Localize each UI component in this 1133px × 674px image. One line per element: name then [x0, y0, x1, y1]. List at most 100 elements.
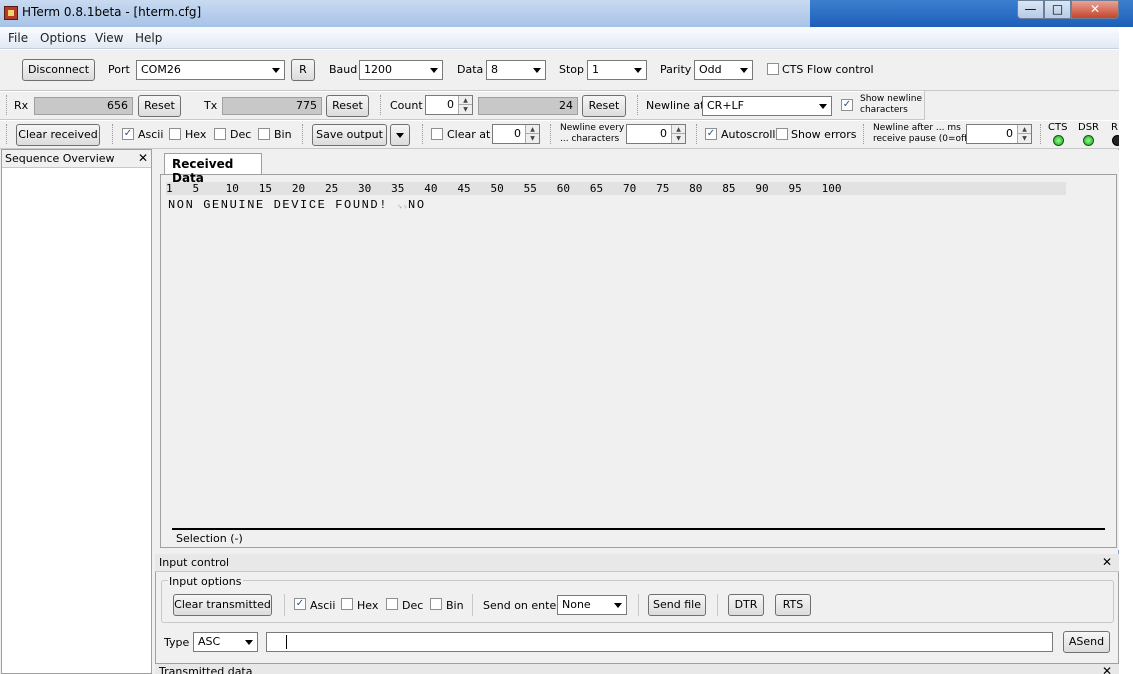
- menu-help[interactable]: Help: [135, 31, 162, 45]
- input-options-title: Input options: [168, 575, 243, 588]
- show-errors-checkbox[interactable]: [776, 128, 788, 140]
- chevron-down-icon: [245, 640, 253, 645]
- toolbar-grip[interactable]: [696, 124, 699, 144]
- newline-every-spinner[interactable]: 0 ▲ ▼: [626, 124, 686, 144]
- recv-dec-checkbox[interactable]: [214, 128, 226, 140]
- count-reset-button[interactable]: Reset: [582, 95, 626, 117]
- tx-label: Tx: [204, 99, 218, 112]
- port-value: COM26: [141, 63, 181, 76]
- spin-down-icon[interactable]: ▼: [671, 134, 685, 143]
- clear-at-spinner[interactable]: 0 ▲ ▼: [492, 124, 540, 144]
- parity-select[interactable]: Odd: [694, 60, 753, 80]
- window-title: HTerm 0.8.1beta - [hterm.cfg]: [22, 5, 202, 19]
- newline-at-select[interactable]: CR+LF: [702, 96, 832, 116]
- clear-at-value: 0: [514, 127, 521, 140]
- toolbar-grip[interactable]: [6, 124, 9, 144]
- clear-received-button[interactable]: Clear received: [16, 124, 100, 146]
- crlf-marker: ␍␊: [396, 204, 409, 212]
- spin-down-icon[interactable]: ▼: [1017, 134, 1031, 143]
- rx-label: Rx: [14, 99, 29, 112]
- save-output-button[interactable]: Save output: [312, 124, 387, 146]
- toolbar-grip[interactable]: [422, 124, 425, 144]
- tx-reset-button[interactable]: Reset: [326, 95, 369, 117]
- spin-up-icon[interactable]: ▲: [1017, 125, 1031, 134]
- maximize-button[interactable]: □: [1044, 0, 1071, 19]
- stop-bits-select[interactable]: 1: [587, 60, 647, 80]
- recv-bin-checkbox[interactable]: [258, 128, 270, 140]
- toolbar-grip[interactable]: [1040, 124, 1043, 144]
- clear-transmitted-button[interactable]: Clear transmitted: [173, 594, 272, 616]
- transmitted-data-title: Transmitted data: [159, 665, 253, 674]
- close-icon[interactable]: ✕: [1102, 664, 1112, 674]
- newline-at-label: Newline at: [646, 99, 705, 112]
- newline-after-label-2: receive pause (0=off): [873, 134, 971, 144]
- menu-view[interactable]: View: [95, 31, 123, 45]
- count-spinner[interactable]: 0 ▲ ▼: [425, 95, 473, 115]
- dsr-indicator-label: DSR: [1078, 122, 1099, 133]
- separator: [717, 594, 720, 616]
- spin-down-icon[interactable]: ▼: [525, 134, 539, 143]
- cts-flow-checkbox[interactable]: [767, 63, 779, 75]
- asend-button[interactable]: ASend: [1063, 631, 1110, 653]
- chevron-down-icon: [740, 68, 748, 73]
- tx-counter: 775: [222, 97, 322, 115]
- dtr-button[interactable]: DTR: [728, 594, 764, 616]
- received-line-tail: NO: [408, 198, 426, 212]
- received-line: NON GENUINE DEVICE FOUND!: [168, 198, 397, 212]
- chevron-down-icon: [272, 68, 280, 73]
- port-select[interactable]: COM26: [136, 60, 285, 80]
- toolbar-grip[interactable]: [380, 95, 383, 115]
- show-newline-checkbox[interactable]: ✓: [841, 99, 853, 111]
- input-control-title: Input control: [159, 556, 230, 569]
- save-output-menu-button[interactable]: [390, 124, 410, 146]
- tab-received-data[interactable]: Received Data: [164, 153, 262, 185]
- send-ascii-checkbox[interactable]: ✓: [294, 598, 306, 610]
- disconnect-button[interactable]: Disconnect: [22, 59, 95, 81]
- received-data-box[interactable]: [160, 174, 1117, 548]
- received-text[interactable]: NON GENUINE DEVICE FOUND! ␍␊NO: [168, 198, 426, 212]
- send-input[interactable]: [266, 632, 1053, 652]
- spin-up-icon[interactable]: ▲: [458, 96, 472, 105]
- baud-select[interactable]: 1200: [359, 60, 443, 80]
- menu-options[interactable]: Options: [40, 31, 86, 45]
- toolbar-grip[interactable]: [550, 124, 553, 144]
- toolbar-grip[interactable]: [6, 95, 9, 115]
- clear-at-checkbox[interactable]: [431, 128, 443, 140]
- toolbar-grip[interactable]: [302, 124, 305, 144]
- stop-bits-value: 1: [592, 63, 599, 76]
- rts-button[interactable]: RTS: [775, 594, 811, 616]
- recv-ascii-label: Ascii: [138, 128, 164, 141]
- send-dec-checkbox[interactable]: [386, 598, 398, 610]
- recv-hex-checkbox[interactable]: [169, 128, 181, 140]
- send-hex-checkbox[interactable]: [341, 598, 353, 610]
- clear-at-label: Clear at: [447, 128, 491, 141]
- menu-file[interactable]: File: [8, 31, 28, 45]
- toolbar-grip[interactable]: [863, 124, 866, 144]
- toolbar-grip[interactable]: [112, 124, 115, 144]
- transmitted-data-header: Transmitted data ✕: [155, 663, 1119, 674]
- minimize-button[interactable]: —: [1017, 0, 1044, 19]
- close-icon[interactable]: ✕: [138, 151, 148, 165]
- newline-after-spinner[interactable]: 0 ▲ ▼: [966, 124, 1032, 144]
- refresh-ports-button[interactable]: R: [291, 59, 315, 81]
- close-window-button[interactable]: ✕: [1071, 0, 1119, 19]
- data-bits-select[interactable]: 8: [486, 60, 546, 80]
- recv-ascii-checkbox[interactable]: ✓: [122, 128, 134, 140]
- spin-up-icon[interactable]: ▲: [671, 125, 685, 134]
- rx-reset-button[interactable]: Reset: [138, 95, 181, 117]
- spin-down-icon[interactable]: ▼: [458, 105, 472, 114]
- send-bin-checkbox[interactable]: [430, 598, 442, 610]
- type-select[interactable]: ASC: [193, 632, 258, 652]
- close-icon[interactable]: ✕: [1102, 555, 1112, 569]
- spin-up-icon[interactable]: ▲: [525, 125, 539, 134]
- send-on-enter-select[interactable]: None: [557, 595, 627, 615]
- cts-indicator-label: CTS: [1048, 122, 1068, 133]
- chevron-down-icon: [430, 68, 438, 73]
- newline-at-value: CR+LF: [707, 99, 744, 112]
- recv-dec-label: Dec: [230, 128, 252, 141]
- toolbar-grip[interactable]: [637, 95, 640, 115]
- hterm-app-icon: [4, 6, 18, 20]
- chevron-down-icon: [819, 104, 827, 109]
- autoscroll-checkbox[interactable]: ✓: [705, 128, 717, 140]
- send-file-button[interactable]: Send file: [648, 594, 706, 616]
